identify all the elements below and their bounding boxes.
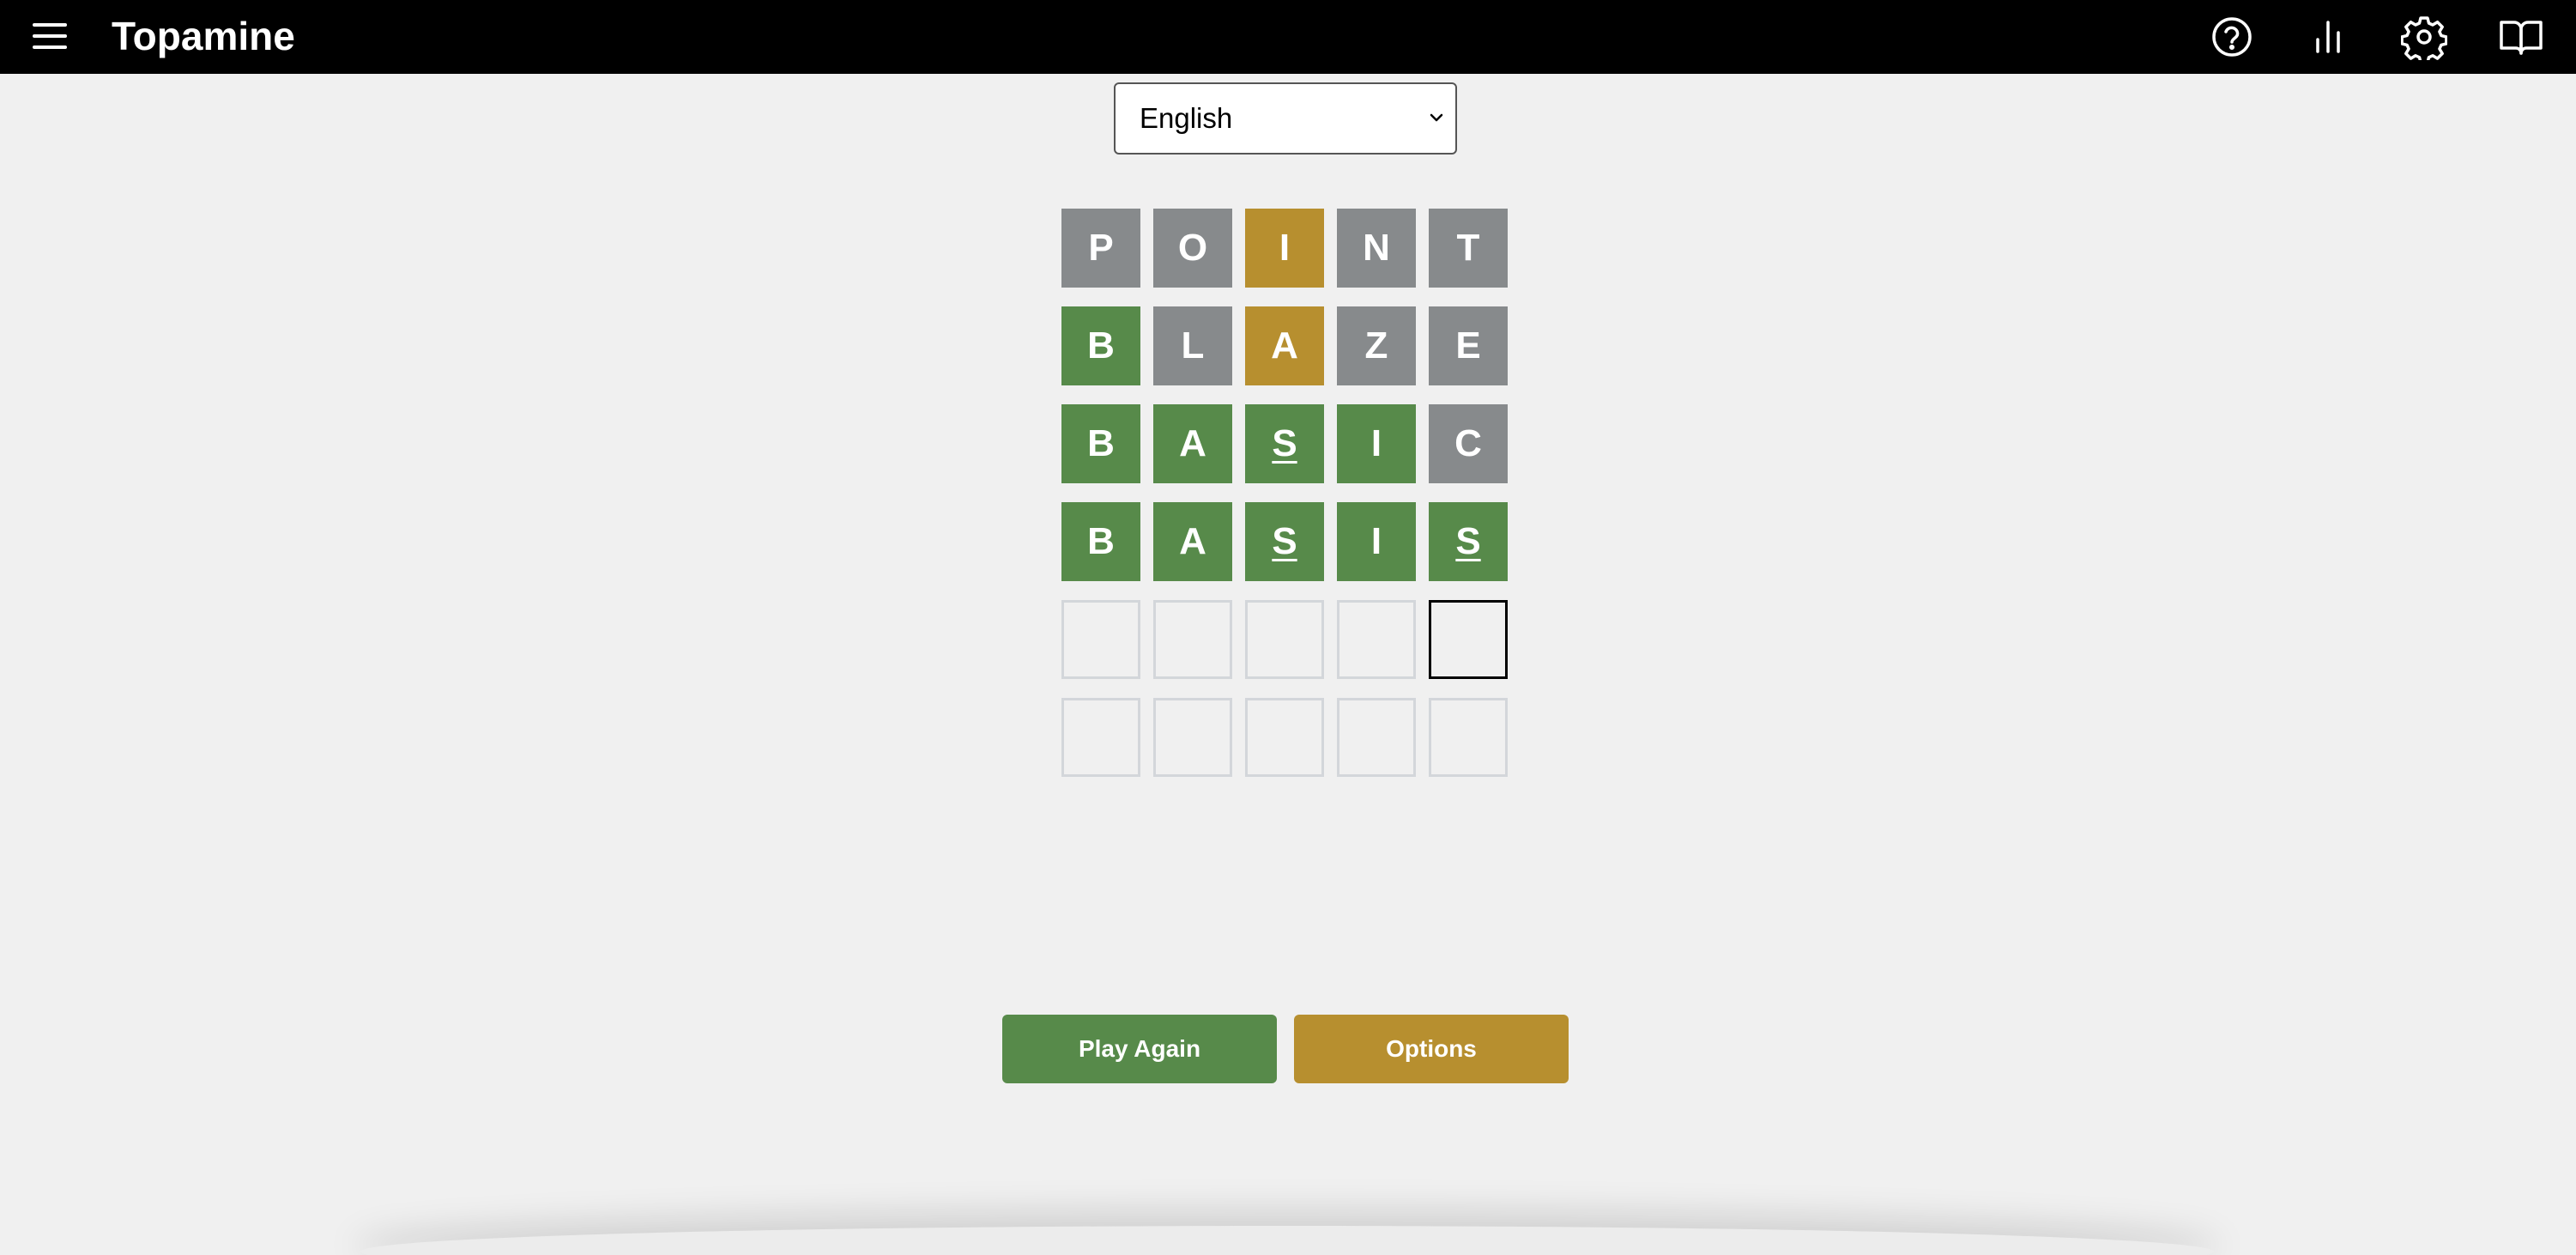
play-again-button[interactable]: Play Again (1002, 1015, 1277, 1083)
letter-tile (1153, 600, 1232, 679)
tile-letter: T (1456, 227, 1480, 269)
book-icon[interactable] (2498, 14, 2544, 60)
letter-tile: O (1153, 209, 1232, 288)
letter-tile: A (1153, 404, 1232, 483)
options-button[interactable]: Options (1294, 1015, 1569, 1083)
game-board: P O I N T B L A Z E B A S I C B A S I S (1061, 209, 1521, 796)
tile-letter: I (1370, 422, 1382, 464)
app-title: Topamine (112, 14, 295, 58)
board-row (1061, 698, 1521, 777)
letter-tile: S (1245, 502, 1324, 581)
letter-tile: S (1429, 502, 1508, 581)
letter-tile: S (1245, 404, 1324, 483)
menu-icon[interactable] (29, 18, 70, 54)
tile-letter: I (1370, 520, 1382, 562)
bottom-panel-edge (360, 1226, 2214, 1255)
tile-letter: C (1454, 422, 1482, 464)
board-row: POINT (1061, 209, 1521, 288)
letter-tile: P (1061, 209, 1140, 288)
letter-tile: T (1429, 209, 1508, 288)
letter-tile: I (1337, 502, 1416, 581)
tile-letter: E (1455, 324, 1481, 367)
letter-tile: N (1337, 209, 1416, 288)
board-row: BASIC (1061, 404, 1521, 483)
tile-letter: A (1179, 520, 1206, 562)
letter-tile: B (1061, 306, 1140, 385)
letter-tile: Z (1337, 306, 1416, 385)
letter-tile: I (1245, 209, 1324, 288)
letter-tile (1429, 600, 1508, 679)
tile-letter: S (1272, 520, 1297, 562)
letter-tile (1337, 600, 1416, 679)
language-select[interactable]: English (1114, 82, 1457, 155)
tile-letter: A (1179, 422, 1206, 464)
letter-tile (1337, 698, 1416, 777)
letter-tile: B (1061, 502, 1140, 581)
letter-tile: L (1153, 306, 1232, 385)
letter-tile (1245, 698, 1324, 777)
tile-letter: B (1087, 520, 1115, 562)
letter-tile (1061, 698, 1140, 777)
tile-letter: A (1271, 324, 1298, 367)
help-icon[interactable] (2209, 14, 2255, 60)
tile-letter: L (1181, 324, 1205, 367)
letter-tile: B (1061, 404, 1140, 483)
tile-letter: S (1272, 422, 1297, 464)
letter-tile: A (1245, 306, 1324, 385)
board-row: BLAZE (1061, 306, 1521, 385)
tile-letter: B (1087, 422, 1115, 464)
tile-letter: N (1363, 227, 1390, 269)
chevron-down-icon (1430, 113, 1443, 122)
tile-letter: P (1088, 227, 1114, 269)
letter-tile (1245, 600, 1324, 679)
tile-letter: B (1087, 324, 1115, 367)
letter-tile: A (1153, 502, 1232, 581)
letter-tile (1429, 698, 1508, 777)
language-selected-value: English (1140, 102, 1233, 134)
letter-tile: C (1429, 404, 1508, 483)
stats-icon[interactable] (2305, 14, 2351, 60)
board-row: BASIS (1061, 502, 1521, 581)
board-row (1061, 600, 1521, 679)
letter-tile (1153, 698, 1232, 777)
letter-tile (1061, 600, 1140, 679)
tile-letter: Z (1364, 324, 1388, 367)
tile-letter: I (1279, 227, 1291, 269)
letter-tile: E (1429, 306, 1508, 385)
tile-letter: S (1455, 520, 1481, 562)
tile-letter: O (1177, 227, 1208, 269)
letter-tile: I (1337, 404, 1416, 483)
top-bar: Topamine (0, 0, 2576, 74)
settings-icon[interactable] (2401, 14, 2447, 60)
